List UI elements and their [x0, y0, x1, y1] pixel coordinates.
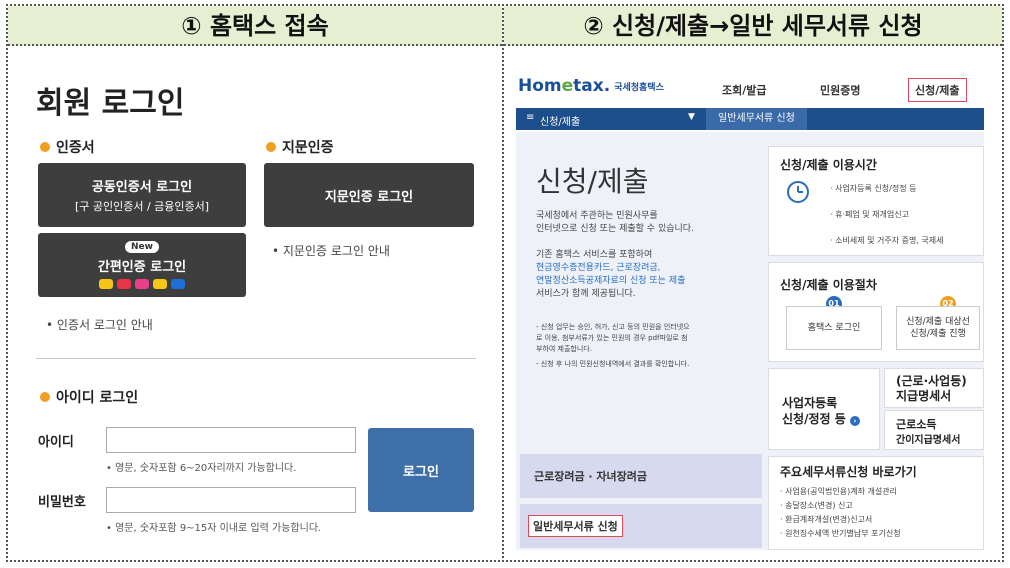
bullet-icon — [40, 392, 50, 402]
desc-bullet-1b: 로 이용, 첨부서류가 있는 민원의 경우 pdf파일로 첨 — [536, 334, 688, 342]
quick-link-3[interactable]: · 환급계좌개설(변경)신고서 — [780, 514, 872, 525]
simple-cert-login-button[interactable]: New 간편인증 로그인 — [38, 233, 246, 297]
quick-link-1[interactable]: · 사업용(공익법인용)계좌 개설관리 — [780, 486, 897, 497]
caret-down-icon[interactable]: ▼ — [688, 112, 695, 122]
nav-current[interactable]: 신청/제출 — [540, 113, 580, 128]
hours-title: 신청/제출 이용시간 — [780, 158, 877, 172]
id-hint: • 영문, 숫자포함 6~20자리까지 가능합니다. — [106, 463, 297, 474]
kakao-icon — [99, 279, 113, 289]
step-1-box: 홈택스 로그인 — [786, 306, 882, 350]
id-label: 아이디 — [38, 435, 74, 450]
eitc-button[interactable]: 근로장려금 · 자녀장려금 — [520, 454, 762, 498]
fingerprint-section-text: 지문인증 — [282, 140, 334, 156]
hours-item-3: · 소비세제 및 거주자 증명, 국제세 — [830, 236, 944, 245]
desc-line-6: 서비스가 함께 제공됩니다. — [536, 289, 636, 299]
logo-main: Hom — [518, 76, 562, 96]
desc-line-3: 기존 홈택스 서비스를 포함하여 — [536, 250, 653, 260]
cert-section-text: 인증서 — [56, 140, 95, 156]
quick-links-title: 주요세무서류신청 바로가기 — [780, 465, 917, 479]
bullet-icon — [40, 142, 50, 152]
payment-icons — [99, 279, 185, 289]
page-title: 신청/제출 — [536, 165, 649, 198]
password-input[interactable] — [106, 487, 356, 513]
id-input[interactable] — [106, 427, 356, 453]
bullet-icon — [266, 142, 276, 152]
login-button[interactable]: 로그인 — [368, 428, 474, 512]
fingerprint-guide-link[interactable]: • 지문인증 로그인 안내 — [272, 242, 390, 259]
nav-crumb-general[interactable]: 일반세무서류 신청 — [706, 108, 807, 130]
work-pay-label-2: 지급명세서 — [896, 389, 952, 403]
menu-inquiry-issue[interactable]: 조회/발급 — [722, 82, 767, 98]
id-section-text: 아이디 로그인 — [56, 390, 139, 406]
quick-link-4[interactable]: · 원천징수세액 반기별납부 포기신청 — [780, 528, 901, 539]
cert-section-label: 인증서 — [40, 137, 95, 157]
payco-icon — [171, 279, 185, 289]
id-section-label: 아이디 로그인 — [40, 387, 138, 407]
general-tax-doc-button[interactable]: 일반세무서류 신청 — [520, 504, 762, 548]
biz-reg-label-2-text: 신청/정정 등 — [782, 412, 846, 426]
eitc-label: 근로장려금 · 자녀장려금 — [534, 470, 648, 483]
step-2-label-1: 신청/제출 대상선 — [906, 317, 970, 327]
samsung-pass-icon — [135, 279, 149, 289]
simple-cert-login-label: 간편인증 로그인 — [97, 260, 187, 275]
pass-icon — [117, 279, 131, 289]
biz-reg-label-2: 신청/정정 등 › — [782, 410, 860, 427]
biz-reg-label-1: 사업자등록 — [782, 396, 838, 410]
new-badge: New — [125, 241, 159, 253]
login-title: 회원 로그인 — [36, 86, 185, 121]
fingerprint-login-button[interactable]: 지문인증 로그인 — [264, 163, 474, 227]
breadcrumb: ≡ 신청/제출 ▼ 일반세무서류 신청 — [516, 108, 984, 130]
desc-bullet-1c: 부하여 제출합니다. — [536, 345, 592, 353]
fingerprint-section-label: 지문인증 — [266, 137, 334, 157]
quick-link-2[interactable]: · 송달장소(변경) 신고 — [780, 500, 853, 511]
password-label: 비밀번호 — [38, 495, 86, 510]
kb-icon — [153, 279, 167, 289]
simple-pay-label-2: 간이지급명세서 — [896, 435, 961, 446]
password-hint: • 영문, 숫자포함 9~15자 이내로 입력 가능합니다. — [106, 523, 322, 534]
step-2-label-2: 신청/제출 진행 — [910, 329, 966, 339]
logo-tail: tax. — [573, 76, 611, 96]
joint-cert-login-label: 공동인증서 로그인 — [91, 180, 193, 195]
fingerprint-login-label: 지문인증 로그인 — [324, 189, 414, 205]
joint-cert-login-sub: [구 공인인증서 / 금융인증서] — [74, 200, 210, 213]
hamburger-icon[interactable]: ≡ — [526, 112, 534, 123]
step1-header: ① 홈택스 접속 — [8, 6, 502, 46]
desc-line-1: 국세청에서 주관하는 민원사무를 — [536, 211, 658, 221]
menu-apply-submit[interactable]: 신청/제출 — [908, 78, 967, 102]
simple-pay-label-1: 근로소득 — [896, 418, 937, 431]
logo-korean: 국세청홈택스 — [614, 82, 664, 93]
cert-guide-link[interactable]: • 인증서 로그인 안내 — [46, 316, 153, 333]
step-2-box: 신청/제출 대상선 신청/제출 진행 — [896, 306, 980, 350]
desc-bullet-2: - 신청 후 나의 민원신청내역에서 결과를 확인합니다. — [536, 360, 690, 368]
hometax-logo[interactable]: Hom e tax. 국세청홈택스 — [518, 76, 664, 96]
clock-icon — [787, 181, 809, 203]
procedure-title: 신청/제출 이용절차 — [780, 278, 877, 292]
desc-line-2: 인터넷으로 신청 또는 제출할 수 있습니다. — [536, 224, 694, 234]
panel-divider — [502, 4, 504, 562]
step2-header: ② 신청/제출→일반 세무서류 신청 — [504, 6, 1002, 46]
joint-cert-login-button[interactable]: 공동인증서 로그인 [구 공인인증서 / 금융인증서] — [38, 163, 246, 227]
section-divider — [36, 358, 476, 359]
desc-bullet-1a: - 신청 업무는 승인, 허가, 신고 등의 민원을 인터넷으 — [536, 323, 690, 331]
general-tax-doc-label: 일반세무서류 신청 — [528, 515, 623, 537]
logo-e: e — [561, 76, 574, 96]
arrow-right-icon[interactable]: › — [849, 416, 860, 426]
hours-item-1: · 사업자등록 신청/정정 등 — [830, 184, 917, 193]
hours-item-2: · 휴·폐업 및 재개업신고 — [830, 210, 909, 219]
desc-line-4: 현금영수증전용카드, 근로장려금, — [536, 263, 661, 273]
menu-civil-cert[interactable]: 민원증명 — [820, 82, 860, 98]
desc-line-5: 연말정산소득공제자료의 신청 또는 제출 — [536, 276, 686, 286]
